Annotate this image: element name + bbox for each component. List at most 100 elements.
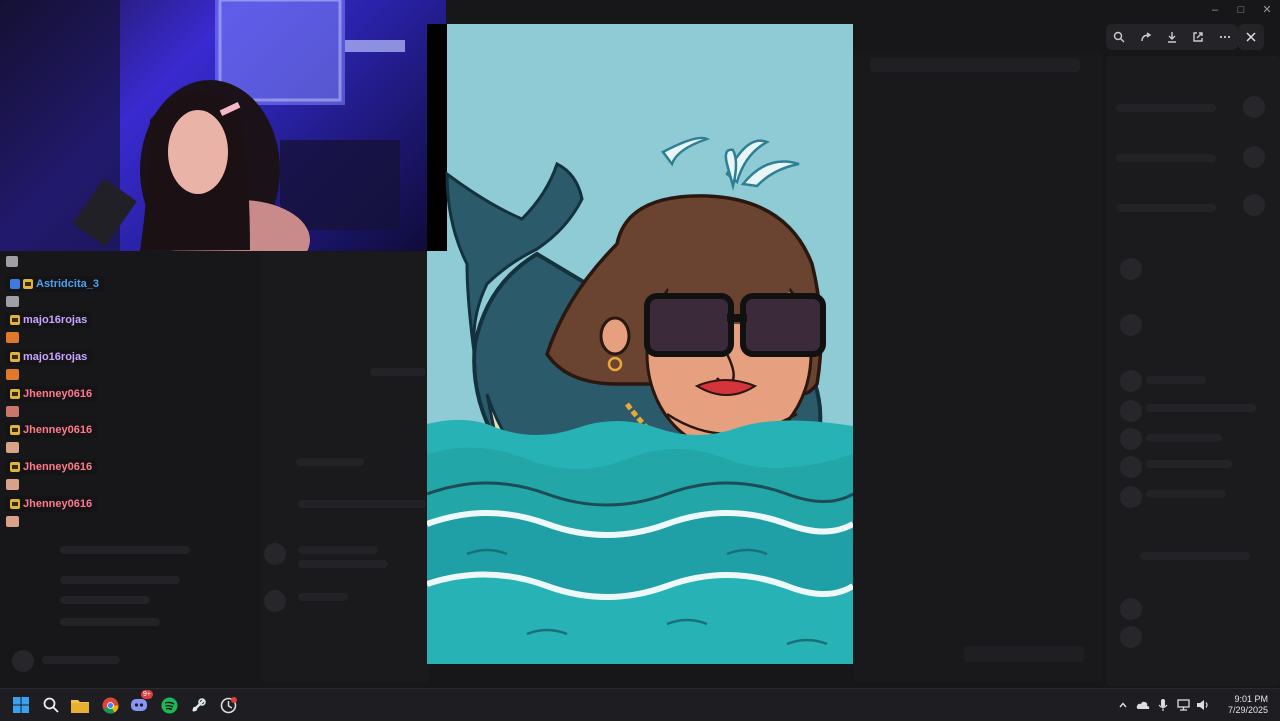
background-avatar [1120,258,1142,280]
chat-message [6,254,18,267]
cloud-icon[interactable] [1136,698,1150,712]
chat-line: Jhenney0616 [6,422,98,438]
crown-badge-icon [10,352,20,362]
chat-message: majo16rojas [6,312,93,343]
background-panel [260,252,430,682]
overlay-app-icon[interactable] [216,693,240,717]
subscriber-badge-icon [10,279,20,289]
pencil-emote-icon [6,296,19,307]
background-avatar [1120,598,1142,620]
chat-username[interactable]: majo16rojas [23,351,87,363]
more-icon[interactable] [1214,26,1236,48]
orange-emote-icon [6,332,19,343]
crown-badge-icon [10,389,20,399]
chat-message: majo16rojas [6,349,93,380]
background-avatar [1120,370,1142,392]
background-panel [853,52,1103,682]
background-avatar [1120,486,1142,508]
background-text [298,500,426,508]
viewer-image[interactable] [427,24,853,664]
close-window-icon[interactable]: ✕ [1254,0,1280,20]
discord-icon[interactable]: 9+ [127,690,153,717]
system-tray [1116,689,1210,721]
background-text [1116,154,1216,162]
background-avatar [1243,194,1265,216]
crown-badge-icon [23,279,33,289]
background-text [1146,376,1206,384]
chevron-up-icon[interactable] [1116,698,1130,712]
webcam-feed [0,0,446,251]
discord-notification-badge: 9+ [141,690,153,699]
volume-icon[interactable] [1196,698,1210,712]
windows-start-icon[interactable] [9,693,33,717]
chat-username[interactable]: Jhenney0616 [23,388,92,400]
chrome-icon[interactable] [98,693,122,717]
whale-portrait-illustration [427,24,853,664]
background-avatar [1120,400,1142,422]
background-avatar [264,543,286,565]
background-text [60,596,150,604]
network-icon[interactable] [1176,698,1190,712]
face-emote-icon [6,479,19,490]
chat-username[interactable]: majo16rojas [23,314,87,326]
chat-message: Astridcita_3 [6,276,104,307]
crown-badge-icon [10,499,20,509]
background-avatar [1120,314,1142,336]
background-composer-icons [964,646,1084,662]
chat-username[interactable]: Astridcita_3 [36,278,99,290]
window-controls: – □ ✕ [1202,0,1280,20]
background-text [42,656,120,664]
chat-line: majo16rojas [6,349,93,365]
background-text [370,368,426,376]
share-icon[interactable] [1135,26,1157,48]
background-text [1116,204,1216,212]
background-text [298,546,378,554]
background-text [60,546,190,554]
zoom-icon[interactable] [1108,26,1130,48]
background-text [1140,552,1250,560]
background-text [1146,434,1222,442]
file-explorer-icon[interactable] [68,693,92,717]
chat-username[interactable]: Jhenney0616 [23,424,92,436]
background-text [296,458,364,466]
face-emote-icon [6,516,19,527]
background-banner [870,58,1080,72]
crown-badge-icon [10,315,20,325]
chat-username[interactable]: Jhenney0616 [23,461,92,473]
clock-date: 7/29/2025 [1227,705,1268,715]
background-avatar [1120,456,1142,478]
minimize-icon[interactable]: – [1202,0,1228,20]
chat-message: Jhenney0616 [6,496,98,527]
crown-badge-icon [10,425,20,435]
background-avatar [12,650,34,672]
background-text [298,560,388,568]
close-viewer-button[interactable] [1238,24,1264,50]
download-icon[interactable] [1161,26,1183,48]
search-icon[interactable] [39,693,63,717]
clock-time: 9:01 PM [1234,694,1268,704]
chat-username[interactable]: Jhenney0616 [23,498,92,510]
crown-badge-icon [10,462,20,472]
open-external-icon[interactable] [1187,26,1209,48]
spotify-icon[interactable] [157,693,181,717]
microphone-icon[interactable] [1156,698,1170,712]
background-avatar [1243,96,1265,118]
background-text [298,593,348,601]
background-avatar [1243,146,1265,168]
chat-message: Jhenney0616 [6,422,98,453]
background-text [1146,490,1226,498]
face-emote-icon [6,442,19,453]
chat-line: Jhenney0616 [6,459,98,475]
maximize-icon[interactable]: □ [1228,0,1254,20]
steam-icon[interactable] [186,693,210,717]
taskbar: 9+ 9:01 PM 7/29/2025 [0,688,1280,721]
close-icon [1246,32,1256,42]
chat-line: Jhenney0616 [6,496,98,512]
chat-line: Jhenney0616 [6,386,98,402]
background-avatar [264,590,286,612]
taskbar-clock[interactable]: 9:01 PM 7/29/2025 [1228,694,1268,716]
pencil-emote-icon [6,256,18,267]
background-text [1146,404,1256,412]
background-text [60,618,160,626]
streamer-camera-image [0,0,405,251]
